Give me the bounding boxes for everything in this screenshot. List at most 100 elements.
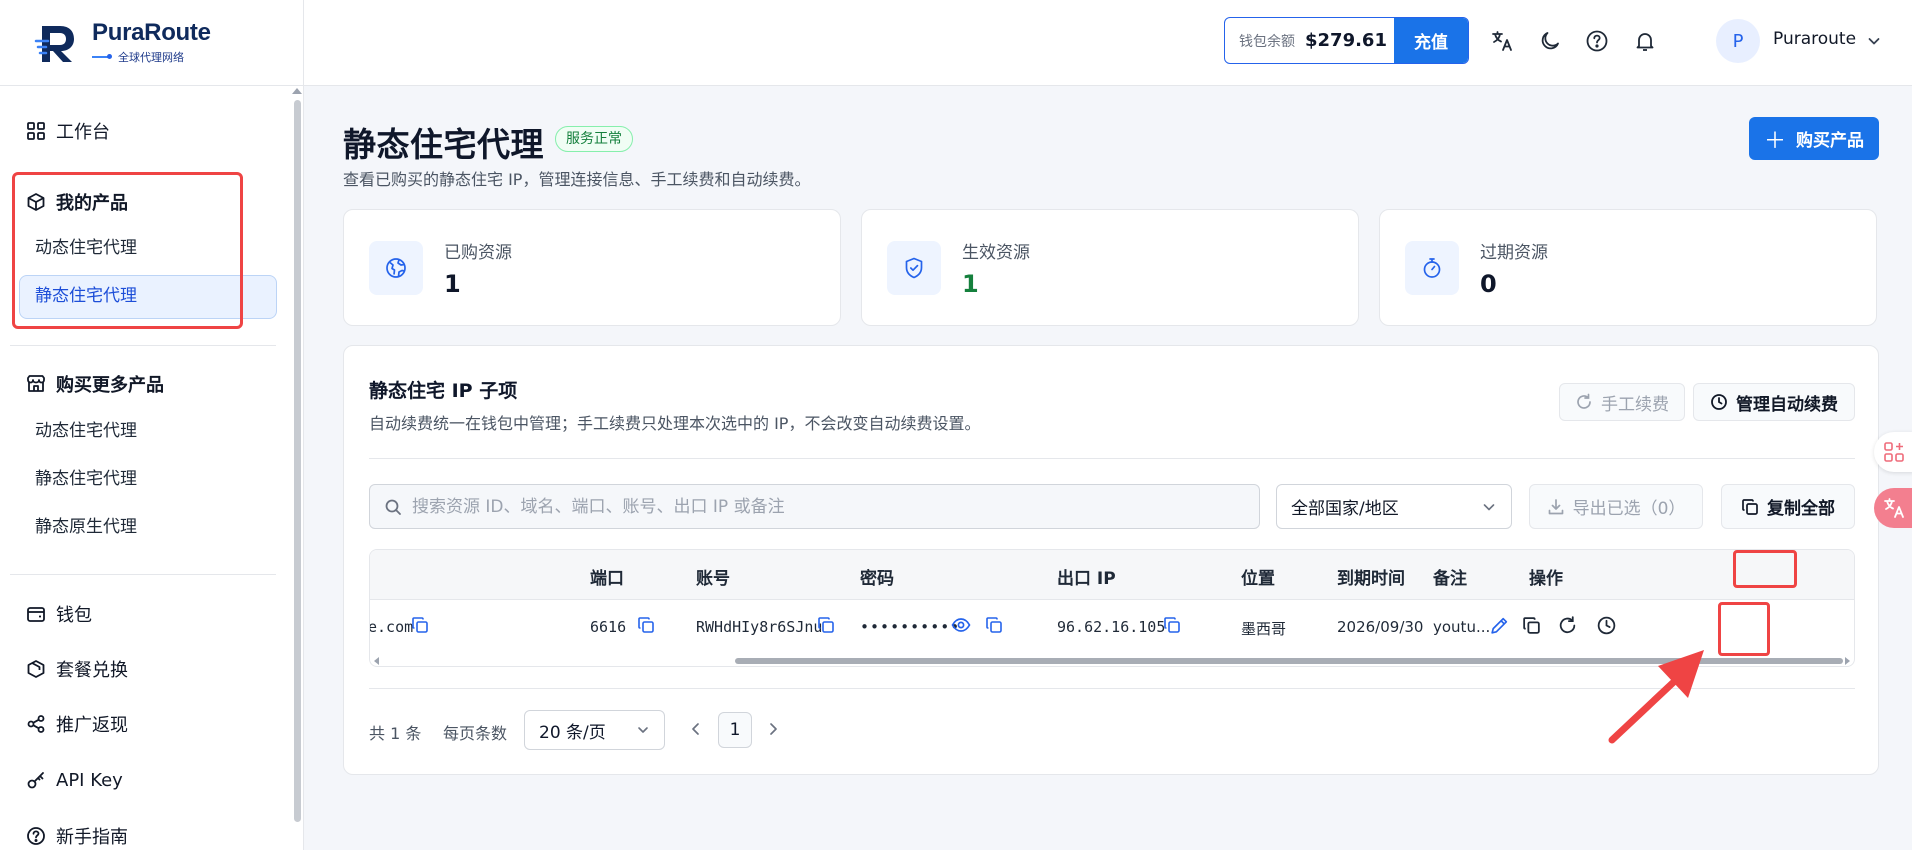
cell-exit-ip: 96.62.16.105 — [1057, 618, 1166, 636]
copy-icon[interactable] — [985, 616, 1003, 634]
sidebar-item-label: 工作台 — [56, 122, 110, 143]
stat-value: 1 — [962, 270, 979, 298]
cell-note: youtu... — [1433, 618, 1491, 636]
copy-icon[interactable] — [637, 616, 655, 634]
stat-label: 生效资源 — [962, 243, 1030, 263]
column-header-expiry: 到期时间 — [1337, 569, 1405, 589]
cell-port: 6616 — [590, 618, 627, 636]
bell-icon[interactable] — [1633, 29, 1657, 53]
key-icon — [27, 772, 44, 789]
stat-card-expired: 过期资源 0 — [1379, 209, 1877, 326]
copy-row-icon[interactable] — [1521, 615, 1542, 636]
cell-account: RWHdHIy8r6SJnu — [696, 618, 823, 636]
search-icon — [385, 499, 401, 515]
annotation-highlight-my-products — [12, 172, 243, 329]
annotation-highlight-actions-header — [1733, 550, 1797, 588]
sidebar-item-workbench[interactable]: 工作台 — [26, 116, 110, 146]
globe-icon — [369, 241, 423, 295]
country-select[interactable]: 全部国家/地区 — [1276, 484, 1512, 529]
copy-icon[interactable] — [817, 616, 835, 634]
chevron-right-icon[interactable] — [766, 720, 780, 738]
brand-logo[interactable]: PuraRoute 全球代理网络 — [0, 0, 304, 86]
annotation-arrow-icon — [1608, 650, 1704, 744]
eye-icon[interactable] — [951, 615, 971, 635]
translate-icon[interactable] — [1490, 29, 1514, 53]
sidebar-item-buy-static-native[interactable]: 静态原生代理 — [35, 515, 137, 539]
chevron-left-icon[interactable] — [689, 720, 703, 738]
page-size-select[interactable]: 20 条/页 — [524, 710, 665, 750]
sidebar-item-referral[interactable]: 推广返现 — [26, 709, 128, 739]
help-icon[interactable] — [1585, 29, 1609, 53]
puraroute-logo-icon — [34, 25, 74, 62]
cell-password: •••••••••• — [860, 618, 961, 636]
buy-product-button[interactable]: ＋ 购买产品 — [1749, 117, 1879, 160]
auto-renew-clock-icon[interactable] — [1596, 615, 1617, 636]
search-box[interactable] — [369, 484, 1260, 529]
sidebar-item-buy-static-residential[interactable]: 静态住宅代理 — [35, 467, 137, 491]
topbar: 钱包余额 $279.61 充值 P Puraroute — [304, 0, 1912, 86]
manual-renew-button[interactable]: 手工续费 — [1559, 383, 1685, 421]
moon-icon[interactable] — [1538, 29, 1562, 53]
brand-tagline: 全球代理网络 — [118, 51, 184, 64]
brand-name: PuraRoute — [92, 19, 211, 46]
annotation-highlight-copy-button — [1718, 602, 1770, 656]
apps-widget-button[interactable] — [1874, 432, 1912, 472]
wallet-balance: 钱包余额 $279.61 充值 — [1224, 17, 1469, 64]
recharge-button[interactable]: 充值 — [1394, 18, 1468, 63]
panel-description: 自动续费统一在钱包中管理；手工续费只处理本次选中的 IP，不会改变自动续费设置。 — [369, 414, 981, 433]
stat-value: 0 — [1480, 270, 1497, 298]
avatar[interactable]: P — [1716, 19, 1760, 63]
sidebar-item-label: API Key — [56, 769, 123, 791]
panel-divider — [369, 458, 1855, 459]
page-description: 查看已购买的静态住宅 IP，管理连接信息、手工续费和自动续费。 — [343, 170, 811, 189]
copy-all-button[interactable]: 复制全部 — [1721, 484, 1855, 529]
share-icon — [27, 715, 45, 733]
copy-icon[interactable] — [1163, 616, 1181, 634]
user-name[interactable]: Puraroute — [1773, 29, 1856, 49]
scroll-right-icon[interactable] — [1845, 657, 1850, 665]
page-title: 静态住宅代理 — [343, 125, 544, 164]
renew-icon[interactable] — [1557, 615, 1578, 636]
export-selected-button[interactable]: 导出已选（0） — [1529, 484, 1703, 529]
manage-auto-renew-button[interactable]: 管理自动续费 — [1693, 383, 1855, 421]
wallet-icon — [27, 607, 45, 622]
sidebar-group-buy-more[interactable]: 购买更多产品 — [26, 369, 164, 399]
sidebar-scroll-up-icon[interactable] — [292, 88, 302, 94]
column-header-note: 备注 — [1433, 569, 1467, 589]
column-header-password: 密码 — [860, 569, 894, 589]
edit-note-icon[interactable] — [1489, 615, 1510, 636]
pagination-size-label: 每页条数 — [443, 724, 508, 743]
copy-icon[interactable] — [411, 616, 429, 634]
copy-all-label: 复制全部 — [1767, 499, 1835, 519]
status-badge: 服务正常 — [555, 126, 633, 152]
pagination-total: 共 1 条 — [369, 724, 422, 743]
column-header-port: 端口 — [590, 569, 624, 589]
timer-icon — [1405, 241, 1459, 295]
translate-icon — [1884, 498, 1904, 518]
sidebar-item-buy-dynamic-residential[interactable]: 动态住宅代理 — [35, 419, 137, 443]
column-header-exit-ip: 出口 IP — [1057, 569, 1116, 589]
sidebar-item-guide[interactable]: 新手指南 — [26, 821, 128, 850]
wallet-label: 钱包余额 — [1239, 33, 1295, 50]
manual-renew-label: 手工续费 — [1601, 394, 1669, 415]
clock-icon — [1711, 394, 1727, 410]
sidebar-item-package-redeem[interactable]: 套餐兑换 — [26, 654, 128, 684]
search-input[interactable] — [412, 496, 1212, 517]
wallet-amount: $279.61 — [1305, 30, 1387, 51]
page-number[interactable]: 1 — [718, 712, 752, 748]
stat-card-active: 生效资源 1 — [861, 209, 1359, 326]
plus-icon: ＋ — [1763, 128, 1786, 154]
apps-sparkle-icon — [1884, 442, 1904, 462]
scroll-left-icon[interactable] — [374, 657, 379, 665]
stat-label: 已购资源 — [444, 243, 512, 263]
sidebar: PuraRoute 全球代理网络 工作台 我的产品 动态住宅代理 静态住宅代理 … — [0, 0, 304, 850]
sidebar-scrollbar[interactable] — [294, 100, 301, 822]
translate-widget-button[interactable] — [1874, 488, 1912, 528]
sidebar-item-label: 套餐兑换 — [56, 660, 128, 681]
sidebar-divider — [10, 574, 276, 575]
sidebar-item-wallet[interactable]: 钱包 — [26, 599, 92, 629]
sidebar-item-api-key[interactable]: API Key — [26, 765, 123, 795]
stat-value: 1 — [444, 270, 461, 298]
chevron-down-icon[interactable] — [1866, 33, 1882, 49]
country-select-value: 全部国家/地区 — [1291, 499, 1399, 519]
